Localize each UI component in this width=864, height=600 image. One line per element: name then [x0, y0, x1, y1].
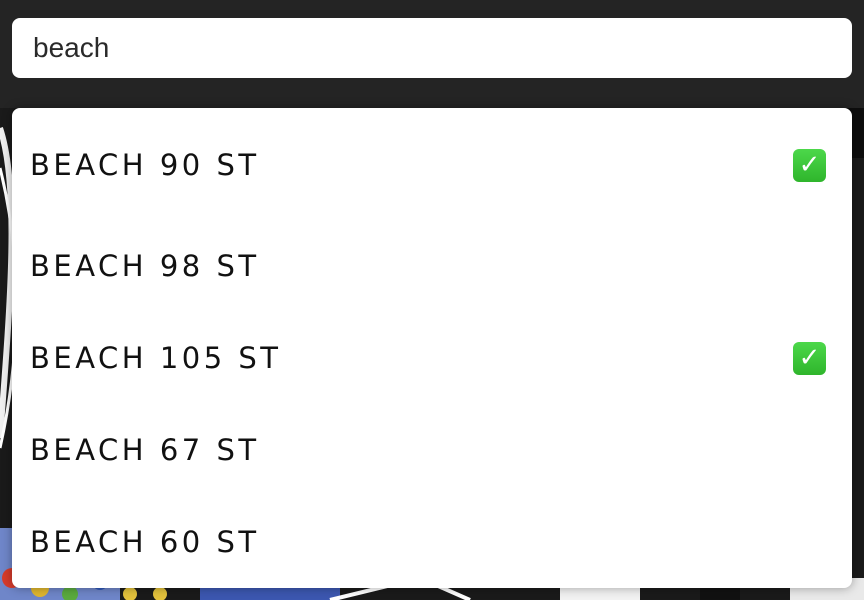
result-item[interactable]: BEACH 98 ST ✓ — [12, 220, 852, 312]
search-results-dropdown: BEACH 90 ST ✓ BEACH 98 ST ✓ BEACH 105 ST… — [12, 108, 852, 588]
result-item[interactable]: BEACH 67 ST ✓ — [12, 404, 852, 496]
result-item[interactable]: BEACH 60 ST ✓ — [12, 496, 852, 588]
result-label: BEACH 105 ST — [30, 341, 282, 375]
result-item[interactable]: BEACH 105 ST ✓ — [12, 312, 852, 404]
search-input[interactable] — [12, 18, 852, 78]
result-label: BEACH 60 ST — [30, 525, 260, 559]
check-mark-button-icon: ✓ — [793, 341, 826, 375]
result-item[interactable]: BEACH 90 ST ✓ — [12, 108, 852, 220]
result-label: BEACH 90 ST — [30, 148, 260, 182]
result-label: BEACH 67 ST — [30, 433, 260, 467]
result-label: BEACH 98 ST — [30, 249, 260, 283]
check-mark-button-icon: ✓ — [793, 148, 826, 182]
